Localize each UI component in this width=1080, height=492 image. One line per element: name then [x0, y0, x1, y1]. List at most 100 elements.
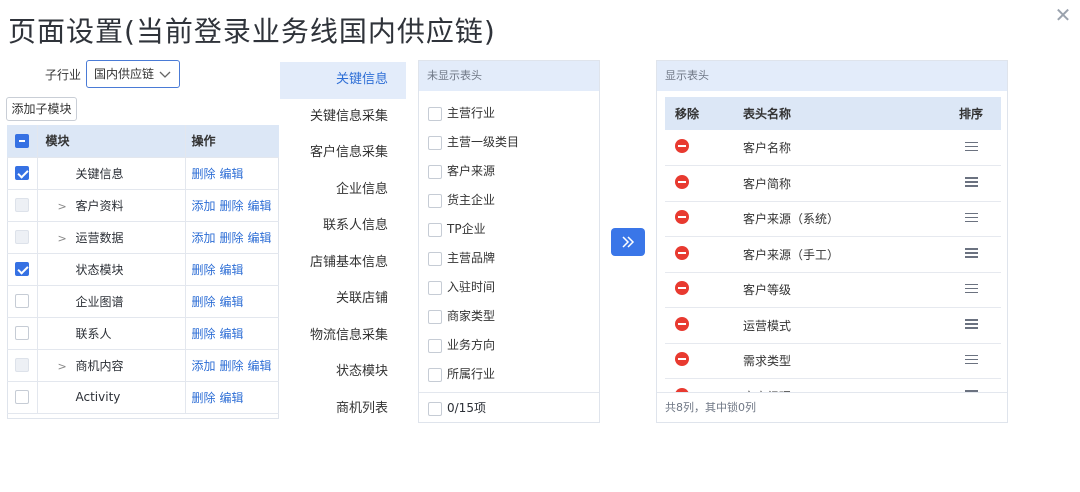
item-checkbox[interactable] [428, 135, 442, 150]
delete-link[interactable]: 删除 [192, 167, 216, 181]
category-item[interactable]: 联系人信息 [280, 208, 406, 245]
remove-icon[interactable] [675, 174, 689, 189]
list-item[interactable]: 主营品牌 [419, 244, 599, 273]
row-checkbox[interactable] [14, 326, 29, 341]
table-row: 关键信息 删除 编辑 [7, 157, 279, 190]
edit-link[interactable]: 编辑 [220, 327, 244, 341]
module-name: 状态模块 [75, 262, 124, 277]
add-sub-module-button[interactable]: 添加子模块 [6, 97, 77, 121]
item-label: 入驻时间 [447, 280, 496, 294]
item-checkbox[interactable] [428, 106, 442, 121]
edit-link[interactable]: 编辑 [220, 295, 244, 309]
delete-link[interactable]: 删除 [192, 327, 216, 341]
list-item[interactable]: 货主企业 [419, 186, 599, 215]
category-item[interactable]: 物流信息采集 [280, 318, 406, 355]
list-item[interactable]: 所属行业 [419, 360, 599, 389]
add-link[interactable]: 添加 [192, 199, 216, 213]
edit-link[interactable]: 编辑 [248, 199, 272, 213]
category-item[interactable]: 企业信息 [280, 172, 406, 209]
list-item[interactable]: 业务方向 [419, 331, 599, 360]
module-name: 商机内容 [75, 358, 124, 373]
hidden-panel-footer: 0/15项 [419, 392, 599, 422]
delete-link[interactable]: 删除 [192, 391, 216, 405]
add-link[interactable]: 添加 [192, 231, 216, 245]
category-item[interactable]: 状态模块 [280, 354, 406, 391]
shown-headers-panel: 显示表头 移除 表头名称 排序 客户名称 客户简称 客户来源（系统） 客户来源（手工）… [656, 60, 1008, 423]
edit-link[interactable]: 编辑 [220, 263, 244, 277]
edit-link[interactable]: 编辑 [220, 167, 244, 181]
row-checkbox[interactable] [14, 198, 29, 213]
expand-arrow-icon[interactable]: > [58, 232, 76, 245]
item-checkbox[interactable] [428, 251, 442, 266]
delete-link[interactable]: 删除 [220, 359, 244, 373]
select-all-checkbox[interactable] [14, 134, 29, 148]
drag-handle-icon[interactable] [964, 319, 978, 329]
delete-link[interactable]: 删除 [192, 295, 216, 309]
row-checkbox[interactable] [14, 230, 29, 245]
move-right-button[interactable] [611, 228, 645, 256]
table-row: 客户简称 [665, 165, 1001, 202]
edit-link[interactable]: 编辑 [220, 391, 244, 405]
table-row: > 商机内容 添加 删除 编辑 [7, 349, 279, 382]
shown-table-scroll[interactable]: 移除 表头名称 排序 客户名称 客户简称 客户来源（系统） 客户来源（手工） 客户等级运… [665, 97, 1001, 393]
remove-icon[interactable] [675, 139, 689, 153]
item-checkbox[interactable] [428, 309, 442, 324]
expand-arrow-icon[interactable]: > [58, 200, 76, 213]
drag-handle-icon[interactable] [964, 141, 978, 152]
item-checkbox[interactable] [428, 338, 442, 353]
row-checkbox[interactable] [14, 390, 29, 405]
category-item[interactable]: 关键信息采集 [280, 99, 406, 136]
item-checkbox[interactable] [428, 193, 442, 208]
row-checkbox[interactable] [14, 262, 29, 277]
remove-icon[interactable] [675, 210, 689, 225]
header-name: 表头名称 [729, 97, 941, 130]
add-link[interactable]: 添加 [192, 359, 216, 373]
item-checkbox[interactable] [428, 367, 442, 382]
category-item[interactable]: 店铺基本信息 [280, 245, 406, 282]
remove-icon[interactable] [675, 316, 689, 331]
category-item[interactable]: 关联店铺 [280, 281, 406, 318]
drag-handle-icon[interactable] [964, 354, 978, 365]
item-label: 客户来源 [447, 164, 496, 178]
list-item[interactable]: 客户来源 [419, 157, 599, 186]
list-item[interactable]: TP企业 [419, 215, 599, 244]
category-item[interactable]: 客户信息采集 [280, 135, 406, 172]
row-checkbox[interactable] [14, 358, 29, 373]
item-checkbox[interactable] [428, 222, 442, 237]
item-label: 所属行业 [447, 367, 496, 381]
hidden-panel-title: 未显示表头 [419, 61, 599, 91]
table-row: > 客户资料 添加 删除 编辑 [7, 189, 279, 222]
list-item[interactable]: 主营一级类目 [419, 128, 599, 157]
hidden-select-all-checkbox[interactable] [428, 401, 442, 416]
expand-arrow-icon[interactable]: > [58, 360, 76, 373]
drag-handle-icon[interactable] [964, 212, 978, 223]
list-item[interactable]: 入驻时间 [419, 273, 599, 302]
close-icon[interactable]: ✕ [1052, 4, 1074, 26]
table-row: Activity 删除 编辑 [7, 381, 279, 414]
drag-handle-icon[interactable] [964, 248, 978, 258]
sub-industry-select[interactable]: 国内供应链 [86, 60, 180, 88]
edit-link[interactable]: 编辑 [248, 359, 272, 373]
drag-handle-icon[interactable] [964, 283, 978, 294]
module-name: 联系人 [75, 326, 112, 341]
shown-headers-table: 移除 表头名称 排序 客户名称 客户简称 客户来源（系统） 客户来源（手工） 客户等级运… [665, 97, 1001, 393]
delete-link[interactable]: 删除 [220, 231, 244, 245]
row-checkbox[interactable] [14, 166, 29, 181]
remove-icon[interactable] [675, 352, 689, 367]
list-item[interactable]: 主营行业 [419, 99, 599, 128]
table-row: 客户来源（系统） [665, 201, 1001, 237]
list-item[interactable]: 商家类型 [419, 302, 599, 331]
category-item[interactable]: 商机列表 [280, 391, 406, 428]
delete-link[interactable]: 删除 [192, 263, 216, 277]
drag-handle-icon[interactable] [964, 177, 978, 187]
delete-link[interactable]: 删除 [220, 199, 244, 213]
edit-link[interactable]: 编辑 [248, 231, 272, 245]
column-name: 运营模式 [729, 307, 941, 344]
category-item[interactable]: 关键信息 [280, 62, 406, 99]
remove-icon[interactable] [675, 245, 689, 260]
row-checkbox[interactable] [14, 294, 29, 309]
item-checkbox[interactable] [428, 280, 442, 295]
item-checkbox[interactable] [428, 164, 442, 179]
remove-icon[interactable] [675, 281, 689, 296]
table-row: > 运营数据 添加 删除 编辑 [7, 221, 279, 254]
